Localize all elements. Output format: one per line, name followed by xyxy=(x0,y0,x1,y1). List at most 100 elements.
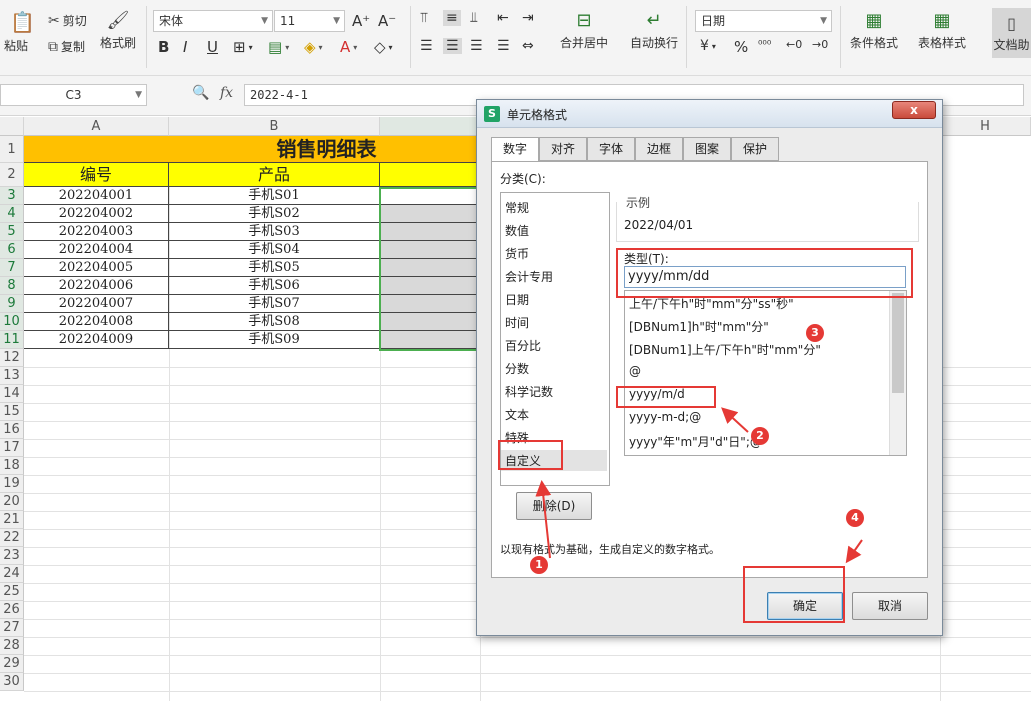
align-left-button[interactable]: ☰ xyxy=(420,38,433,54)
currency-button[interactable]: ¥ ▾ xyxy=(700,38,716,54)
select-all-corner[interactable] xyxy=(0,117,24,136)
row-header[interactable]: 26 xyxy=(0,601,24,619)
format-painter-button[interactable]: 🖌 格式刷 xyxy=(100,10,136,51)
row-header[interactable]: 22 xyxy=(0,529,24,547)
cell-product[interactable]: 手机S08 xyxy=(169,313,380,331)
table-style-button[interactable]: ▦ 表格样式 xyxy=(918,10,966,51)
type-list-scrollbar[interactable] xyxy=(889,291,906,455)
row-header[interactable]: 8 xyxy=(0,277,24,295)
category-item[interactable]: 会计专用 xyxy=(505,268,553,285)
close-button[interactable]: x xyxy=(892,101,936,119)
align-middle-button[interactable]: ≡ xyxy=(443,10,461,26)
thousands-button[interactable]: ⁰⁰⁰ xyxy=(758,38,771,51)
row-header[interactable]: 1 xyxy=(0,136,24,163)
sheet-title[interactable]: 销售明细表 xyxy=(24,136,480,163)
category-item[interactable]: 数值 xyxy=(505,222,529,239)
cell-product[interactable]: 手机S03 xyxy=(169,223,380,241)
cell-id[interactable]: 202204005 xyxy=(24,259,169,277)
row-header[interactable]: 21 xyxy=(0,511,24,529)
tab-font[interactable]: 字体 xyxy=(587,137,635,161)
row-header[interactable]: 24 xyxy=(0,565,24,583)
delete-button[interactable]: 删除(D) xyxy=(516,492,592,520)
row-header[interactable]: 7 xyxy=(0,259,24,277)
cell-product[interactable]: 手机S06 xyxy=(169,277,380,295)
underline-button[interactable]: U xyxy=(207,38,218,56)
row-header[interactable]: 2 xyxy=(0,163,24,187)
cut-button[interactable]: ✂ 剪切 xyxy=(48,12,87,29)
row-header[interactable]: 3 xyxy=(0,187,24,205)
tab-number[interactable]: 数字 xyxy=(491,137,539,163)
type-item[interactable]: yyyy-m-d;@ xyxy=(629,410,701,424)
row-header[interactable]: 9 xyxy=(0,295,24,313)
row-header[interactable]: 17 xyxy=(0,439,24,457)
align-center-button[interactable]: ☰ xyxy=(443,38,462,54)
justify-button[interactable]: ☰ xyxy=(497,38,510,54)
category-item[interactable]: 文本 xyxy=(505,406,529,423)
copy-button[interactable]: ⧉ 复制 xyxy=(48,38,85,55)
number-format-select[interactable]: 日期 ▼ xyxy=(695,10,832,32)
align-top-button[interactable]: ⫪ xyxy=(420,10,428,26)
decrease-indent-button[interactable]: ⇤ xyxy=(497,10,509,26)
header-cell-c[interactable] xyxy=(380,163,480,187)
cell-id[interactable]: 202204008 xyxy=(24,313,169,331)
italic-button[interactable]: I xyxy=(183,38,187,56)
row-header[interactable]: 11 xyxy=(0,331,24,349)
type-item[interactable]: [DBNum1]上午/下午h"时"mm"分" xyxy=(629,341,821,358)
cell-id[interactable]: 202204009 xyxy=(24,331,169,349)
cell-id[interactable]: 202204007 xyxy=(24,295,169,313)
row-header[interactable]: 25 xyxy=(0,583,24,601)
row-header[interactable]: 29 xyxy=(0,655,24,673)
category-item[interactable]: 科学记数 xyxy=(505,383,553,400)
type-item[interactable]: @ xyxy=(629,364,641,378)
scrollbar-thumb[interactable] xyxy=(892,293,904,393)
row-header[interactable]: 23 xyxy=(0,547,24,565)
cell-id[interactable]: 202204001 xyxy=(24,187,169,205)
border-button[interactable]: ⊞ ▾ xyxy=(233,38,253,56)
decrease-font-button[interactable]: A⁻ xyxy=(378,12,396,30)
header-cell-a[interactable]: 编号 xyxy=(24,163,169,187)
cell-product[interactable]: 手机S09 xyxy=(169,331,380,349)
row-header[interactable]: 19 xyxy=(0,475,24,493)
row-header[interactable]: 28 xyxy=(0,637,24,655)
cell-id[interactable]: 202204003 xyxy=(24,223,169,241)
dialog-title-bar[interactable]: S 单元格格式 x xyxy=(477,100,942,128)
category-item[interactable]: 常规 xyxy=(505,199,529,216)
category-item[interactable]: 日期 xyxy=(505,291,529,308)
zoom-icon[interactable]: 🔍 xyxy=(192,85,209,101)
name-box[interactable]: C3 ▼ xyxy=(0,84,147,106)
doc-assist-button[interactable]: ▯ 文档助 xyxy=(992,8,1031,58)
tab-border[interactable]: 边框 xyxy=(635,137,683,161)
row-header[interactable]: 12 xyxy=(0,349,24,367)
cancel-button[interactable]: 取消 xyxy=(852,592,928,620)
row-header[interactable]: 20 xyxy=(0,493,24,511)
distribute-button[interactable]: ⇔ xyxy=(522,38,534,54)
cell-id[interactable]: 202204002 xyxy=(24,205,169,223)
decrease-decimal-button[interactable]: →0 xyxy=(812,38,828,51)
increase-font-button[interactable]: A⁺ xyxy=(352,12,370,30)
percent-button[interactable]: % xyxy=(734,38,748,56)
row-header[interactable]: 30 xyxy=(0,673,24,691)
font-size-select[interactable]: 11 ▼ xyxy=(274,10,345,32)
cell-id[interactable]: 202204004 xyxy=(24,241,169,259)
category-item[interactable]: 百分比 xyxy=(505,337,541,354)
row-header[interactable]: 15 xyxy=(0,403,24,421)
header-cell-b[interactable]: 产品 xyxy=(169,163,380,187)
row-header[interactable]: 16 xyxy=(0,421,24,439)
conditional-format-button[interactable]: ▦ 条件格式 xyxy=(850,10,898,51)
row-header[interactable]: 18 xyxy=(0,457,24,475)
cell-product[interactable]: 手机S02 xyxy=(169,205,380,223)
cell-product[interactable]: 手机S05 xyxy=(169,259,380,277)
cell-id[interactable]: 202204006 xyxy=(24,277,169,295)
type-item[interactable]: [DBNum1]h"时"mm"分" xyxy=(629,318,769,335)
paste-button[interactable]: 📋 粘贴 xyxy=(4,10,35,54)
column-header-c[interactable] xyxy=(380,117,480,136)
fill-color-button[interactable]: ◈ ▾ xyxy=(304,38,323,56)
tab-alignment[interactable]: 对齐 xyxy=(539,137,587,161)
row-header[interactable]: 14 xyxy=(0,385,24,403)
row-header[interactable]: 5 xyxy=(0,223,24,241)
fill-pattern-button[interactable]: ▤ ▾ xyxy=(268,38,289,56)
cell-product[interactable]: 手机S07 xyxy=(169,295,380,313)
category-item[interactable]: 分数 xyxy=(505,360,529,377)
increase-decimal-button[interactable]: ←0 xyxy=(786,38,802,51)
column-header-h[interactable]: H xyxy=(940,117,1031,136)
